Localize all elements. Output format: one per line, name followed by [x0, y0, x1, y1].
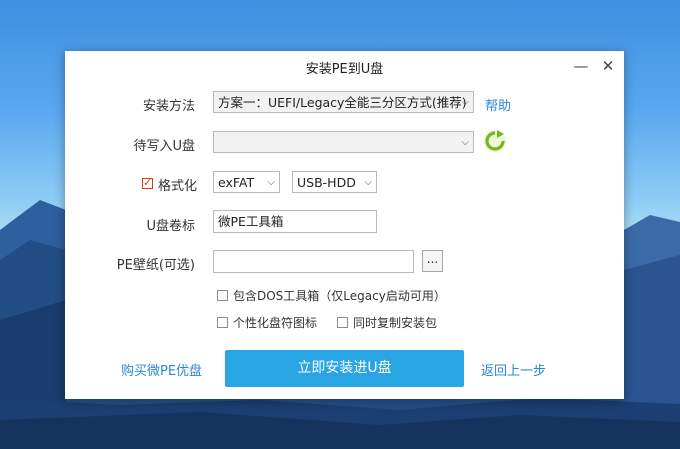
buy-usb-link[interactable]: 购买微PE优盘 — [121, 360, 202, 379]
copy-installer-checkbox[interactable] — [337, 317, 348, 328]
boot-mode-value: USB-HDD — [297, 175, 356, 190]
method-label: 安装方法 — [142, 99, 195, 114]
install-method-select[interactable]: 方案一：UEFI/Legacy全能三分区方式(推荐) ⌵ — [213, 91, 474, 113]
dialog-title: 安装PE到U盘 — [305, 62, 384, 77]
title-bar: 安装PE到U盘 — ✕ — [65, 51, 624, 81]
install-to-usb-button[interactable]: 立即安装进U盘 — [225, 350, 464, 387]
wallpaper-input[interactable] — [213, 250, 414, 273]
dos-toolbox-checkbox[interactable] — [217, 290, 228, 301]
wallpaper-label: PE壁纸(可选) — [116, 258, 195, 273]
dos-toolbox-label: 包含DOS工具箱（仅Legacy启动可用） — [233, 289, 446, 303]
copy-installer-label: 同时复制安装包 — [353, 316, 438, 330]
format-checkbox[interactable] — [142, 176, 153, 189]
help-link[interactable]: 帮助 — [485, 95, 511, 114]
custom-drive-icon-checkbox[interactable] — [217, 317, 228, 328]
target-drive-select[interactable]: ⌵ — [213, 131, 474, 153]
target-drive-label: 待写入U盘 — [133, 139, 195, 154]
back-link[interactable]: 返回上一步 — [481, 360, 546, 379]
close-button[interactable]: ✕ — [598, 56, 618, 76]
install-method-value: 方案一：UEFI/Legacy全能三分区方式(推荐) — [218, 95, 467, 110]
browse-button[interactable]: ... — [422, 250, 443, 272]
refresh-icon[interactable] — [483, 129, 507, 153]
minimize-button[interactable]: — — [571, 56, 591, 76]
install-dialog: 安装PE到U盘 — ✕ 安装方法 方案一：UEFI/Legacy全能三分区方式(… — [65, 51, 624, 399]
custom-drive-icon-label: 个性化盘符图标 — [233, 316, 318, 330]
boot-mode-select[interactable]: USB-HDD ⌵ — [292, 171, 377, 193]
volume-label: U盘卷标 — [146, 219, 195, 234]
chevron-down-icon: ⌵ — [461, 137, 469, 148]
format-label: 格式化 — [158, 179, 198, 194]
chevron-down-icon: ⌵ — [364, 177, 372, 188]
filesystem-select[interactable]: exFAT ⌵ — [213, 171, 280, 193]
volume-input[interactable]: 微PE工具箱 — [213, 210, 377, 233]
chevron-down-icon: ⌵ — [461, 97, 469, 108]
filesystem-value: exFAT — [218, 175, 255, 190]
chevron-down-icon: ⌵ — [267, 177, 275, 188]
